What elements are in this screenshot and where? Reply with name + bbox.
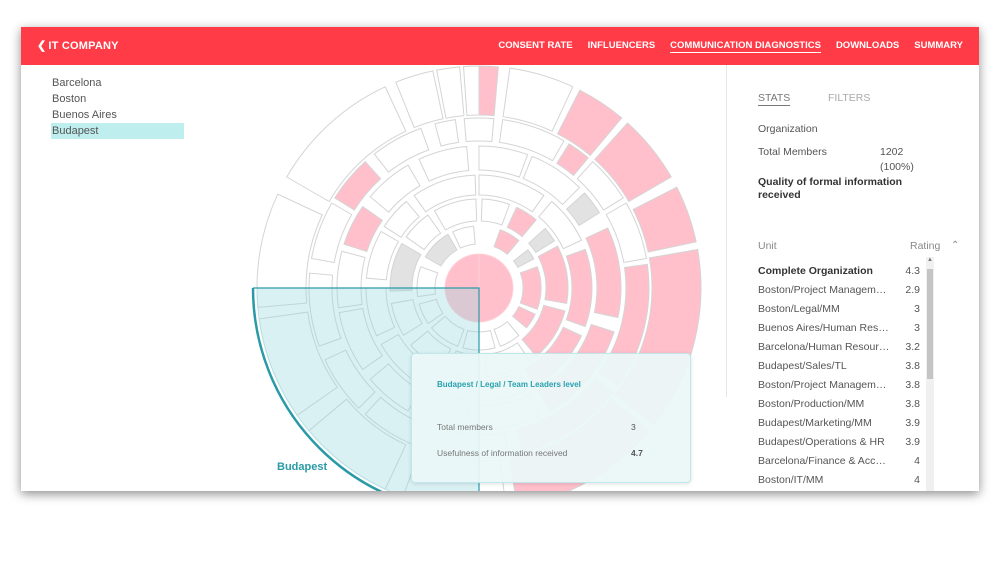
- rating-cell: 3.8: [905, 398, 920, 410]
- rating-cell: 3.9: [905, 417, 920, 429]
- rating-cell: 4: [914, 455, 920, 467]
- unit-cell: Budapest/Marketing/MM: [758, 417, 872, 429]
- rating-column-header[interactable]: Rating: [910, 240, 940, 252]
- unit-cell: Budapest/Sales/TL: [758, 360, 847, 372]
- metric-title: Quality of formal information received: [758, 176, 903, 201]
- tab-filters[interactable]: FILTERS: [828, 92, 870, 104]
- sunburst-segment[interactable]: [493, 321, 520, 347]
- unit-cell: Boston/Legal/MM: [758, 303, 840, 315]
- total-members-percent: (100%): [880, 161, 914, 173]
- back-brand-link[interactable]: ❮ IT COMPANY: [37, 39, 119, 52]
- sunburst-segment[interactable]: [493, 229, 520, 255]
- top-nav-bar: ❮ IT COMPANY CONSENT RATE INFLUENCERS COM…: [21, 27, 979, 65]
- unit-cell: Buenos Aires/Human Resources: [758, 322, 890, 334]
- tooltip-label-total-members: Total members: [437, 422, 493, 432]
- scroll-up-arrow-icon[interactable]: ▲: [927, 257, 933, 263]
- segment-tooltip: Budapest / Legal / Team Leaders level To…: [411, 353, 691, 483]
- total-members-value: 1202: [880, 146, 904, 158]
- unit-cell: Boston/Project Management: [758, 379, 890, 391]
- tooltip-title: Budapest / Legal / Team Leaders level: [437, 380, 581, 389]
- table-scrollbar[interactable]: ▲: [926, 257, 934, 491]
- tooltip-label-usefulness: Usefulness of information received: [437, 448, 568, 458]
- total-members-label: Total Members: [758, 146, 827, 158]
- sunburst-segment[interactable]: [478, 145, 529, 178]
- nav-consent-rate[interactable]: CONSENT RATE: [498, 40, 572, 53]
- rating-cell: 3.8: [905, 360, 920, 372]
- sunburst-segment[interactable]: [512, 305, 536, 329]
- rating-cell: 2.9: [905, 284, 920, 296]
- app-window: ❮ IT COMPANY CONSENT RATE INFLUENCERS COM…: [21, 27, 979, 491]
- unit-cell: Barcelona/Human Resources: [758, 341, 890, 353]
- chevron-left-icon: ❮: [37, 40, 47, 52]
- main-nav: CONSENT RATE INFLUENCERS COMMUNICATION D…: [498, 40, 963, 53]
- sunburst-segment[interactable]: [452, 225, 476, 249]
- unit-cell: Barcelona/Finance & Accounting: [758, 455, 890, 467]
- rating-cell: 3: [914, 322, 920, 334]
- rating-cell: 3.8: [905, 379, 920, 391]
- city-item-budapest[interactable]: Budapest: [51, 123, 184, 139]
- chevron-up-icon[interactable]: ⌃: [951, 240, 959, 251]
- sunburst-segment[interactable]: [462, 65, 480, 116]
- scrollbar-thumb[interactable]: [927, 269, 933, 379]
- rating-cell: 3.9: [905, 436, 920, 448]
- brand-name: IT COMPANY: [48, 40, 119, 52]
- tooltip-value-total-members: 3: [631, 422, 636, 432]
- sunburst-segment[interactable]: [512, 249, 535, 269]
- rating-cell: 3.2: [905, 341, 920, 353]
- sunburst-segment[interactable]: [537, 245, 569, 305]
- highlighted-segment-label: Budapest: [277, 461, 328, 473]
- stats-panel: STATS FILTERS Organization Total Members…: [758, 65, 968, 491]
- unit-cell: Boston/Project Management: [758, 284, 890, 296]
- sunburst-segment[interactable]: [433, 198, 478, 231]
- city-item-barcelona[interactable]: Barcelona: [51, 75, 184, 91]
- rating-cell: 4: [914, 474, 920, 486]
- nav-summary[interactable]: SUMMARY: [914, 40, 963, 53]
- tooltip-value-usefulness: 4.7: [631, 448, 643, 458]
- city-item-boston[interactable]: Boston: [51, 91, 184, 107]
- nav-downloads[interactable]: DOWNLOADS: [836, 40, 899, 53]
- unit-column-header[interactable]: Unit: [758, 240, 777, 252]
- sunburst-segment[interactable]: [389, 242, 422, 292]
- unit-cell: Boston/IT/MM: [758, 474, 824, 486]
- sunburst-segment[interactable]: [395, 70, 444, 129]
- sunburst-segment[interactable]: [519, 266, 542, 310]
- nav-influencers[interactable]: INFLUENCERS: [588, 40, 656, 53]
- sunburst-segment[interactable]: [478, 65, 499, 117]
- sunburst-segment[interactable]: [565, 248, 593, 328]
- unit-cell: Complete Organization: [758, 265, 873, 277]
- city-list: Barcelona Boston Buenos Aires Budapest: [51, 75, 184, 139]
- sunburst-segment[interactable]: [463, 117, 495, 143]
- organization-label: Organization: [758, 123, 818, 135]
- unit-cell: Boston/Production/MM: [758, 398, 865, 410]
- nav-communication-diagnostics[interactable]: COMMUNICATION DIAGNOSTICS: [670, 40, 821, 53]
- rating-cell: 3: [914, 303, 920, 315]
- panel-divider: [726, 65, 727, 397]
- tab-stats[interactable]: STATS: [758, 92, 791, 106]
- sunburst-segment[interactable]: [369, 164, 421, 213]
- rating-cell: 4.3: [905, 265, 920, 277]
- sunburst-segment[interactable]: [528, 227, 556, 254]
- city-item-buenos-aires[interactable]: Buenos Aires: [51, 107, 184, 123]
- sunburst-segment[interactable]: [480, 198, 511, 226]
- sunburst-segment[interactable]: [434, 119, 460, 147]
- unit-cell: Budapest/Operations & HR: [758, 436, 885, 448]
